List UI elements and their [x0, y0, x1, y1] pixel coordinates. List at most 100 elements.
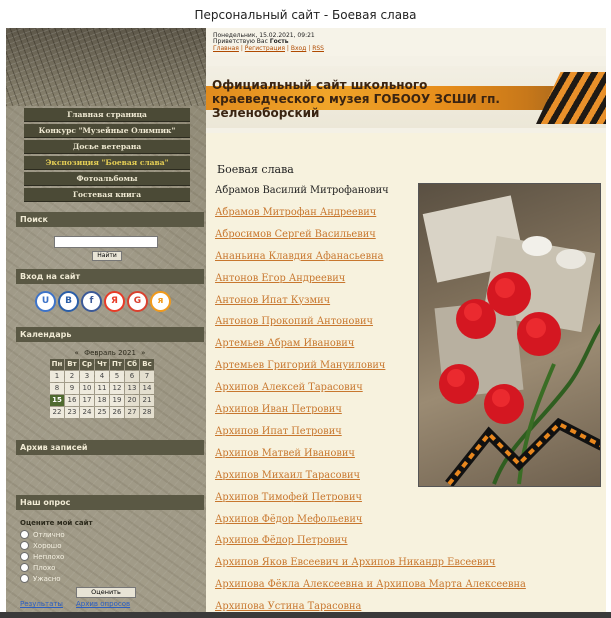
poll-option[interactable]: Отлично	[20, 530, 65, 540]
window-title: Персональный сайт - Боевая слава	[0, 0, 611, 28]
calendar-month: Февраль 2021	[84, 349, 136, 357]
person-link[interactable]: Артемьев Григорий Мануилович	[215, 360, 385, 371]
poll-option[interactable]: Плохо	[20, 563, 55, 573]
vote-button[interactable]: Оценить	[76, 587, 136, 598]
calendar-day[interactable]: 13	[125, 383, 139, 394]
calendar-day[interactable]: 11	[95, 383, 109, 394]
person-link[interactable]: Архипов Матвей Иванович	[215, 448, 355, 459]
menu-item-photo-albums[interactable]: Фотоальбомы	[24, 172, 190, 186]
calendar-day[interactable]: 15	[50, 395, 64, 406]
calendar-prev-button[interactable]: «	[75, 349, 79, 357]
person-link[interactable]: Ананьина Клавдия Афанасьевна	[215, 251, 384, 262]
person-link[interactable]: Антонов Прокопий Антонович	[215, 316, 373, 327]
calendar-day[interactable]: 1	[50, 371, 64, 382]
odnoklassniki-login-icon[interactable]: я	[150, 291, 171, 312]
radio-button[interactable]	[20, 574, 29, 583]
calendar-weekday: Вс	[140, 359, 154, 370]
person-link[interactable]: Антонов Ипат Кузмич	[215, 295, 330, 306]
menu-item-guestbook[interactable]: Гостевая книга	[24, 188, 190, 202]
calendar-day[interactable]: 4	[95, 371, 109, 382]
person-link[interactable]: Абросимов Сергей Васильевич	[215, 229, 376, 240]
menu-item-contest[interactable]: Конкурс "Музейные Олимпик"	[24, 124, 190, 138]
calendar-day[interactable]: 8	[50, 383, 64, 394]
calendar-day[interactable]: 3	[80, 371, 94, 382]
poll-archive-link[interactable]: Архив опросов	[76, 600, 130, 608]
radio-button[interactable]	[20, 552, 29, 561]
person-link[interactable]: Архипов Тимофей Петрович	[215, 492, 362, 503]
calendar-day[interactable]: 28	[140, 407, 154, 418]
poll-option-label: Плохо	[33, 564, 56, 572]
calendar-day[interactable]: 12	[110, 383, 124, 394]
calendar-grid: Пн Вт Ср Чт Пт Сб Вс 1 2 3 4 5 6 7 8 9 10 11 12 13 14 15 16 17 1…	[49, 358, 155, 419]
radio-button[interactable]	[20, 541, 29, 550]
calendar-day[interactable]: 26	[110, 407, 124, 418]
person-link[interactable]: Архипова Фёкла Алексеевна и Архипова Мар…	[215, 579, 526, 590]
calendar-day[interactable]: 18	[95, 395, 109, 406]
calendar-weekday: Сб	[125, 359, 139, 370]
sidebar-decoration	[6, 28, 206, 106]
search-input[interactable]	[54, 236, 158, 248]
search-button[interactable]: Найти	[92, 251, 122, 261]
yandex-login-icon[interactable]: Я	[104, 291, 125, 312]
carnations-ribbon-photo	[418, 183, 601, 487]
calendar-day[interactable]: 20	[125, 395, 139, 406]
site-header: Понедельник, 15.02.2021, 09:21 Приветств…	[206, 28, 606, 133]
person-link[interactable]: Антонов Егор Андреевич	[215, 273, 345, 284]
person-link[interactable]: Архипов Фёдор Мефольевич	[215, 514, 362, 525]
calendar-day[interactable]: 5	[110, 371, 124, 382]
poll-results-link[interactable]: Результаты	[20, 600, 63, 608]
calendar-block-title: Календарь	[16, 327, 204, 342]
home-link[interactable]: Главная	[213, 45, 239, 52]
google-login-icon[interactable]: G	[127, 291, 148, 312]
calendar-day[interactable]: 19	[110, 395, 124, 406]
menu-item-exposition[interactable]: Экспозиция "Боевая слава"	[24, 156, 190, 170]
website: Главная страница Конкурс "Музейные Олимп…	[6, 28, 606, 612]
menu-item-home[interactable]: Главная страница	[24, 108, 190, 122]
search-block-title: Поиск	[16, 212, 204, 227]
calendar-day[interactable]: 14	[140, 383, 154, 394]
poll-option[interactable]: Неплохо	[20, 552, 64, 562]
poll-option[interactable]: Хорошо	[20, 541, 62, 551]
calendar-day[interactable]: 10	[80, 383, 94, 394]
ucoz-login-icon[interactable]: U	[35, 291, 56, 312]
poll-block-title: Наш опрос	[16, 495, 204, 510]
calendar-day[interactable]: 16	[65, 395, 79, 406]
facebook-login-icon[interactable]: f	[81, 291, 102, 312]
login-link[interactable]: Вход	[291, 45, 307, 52]
calendar-day[interactable]: 25	[95, 407, 109, 418]
radio-button[interactable]	[20, 563, 29, 572]
menu-item-veteran-dossier[interactable]: Досье ветерана	[24, 140, 190, 154]
person-link[interactable]: Архипов Алексей Тарасович	[215, 382, 363, 393]
calendar-day[interactable]: 21	[140, 395, 154, 406]
person-link[interactable]: Архипов Ипат Петрович	[215, 426, 342, 437]
calendar-day[interactable]: 2	[65, 371, 79, 382]
calendar-day[interactable]: 7	[140, 371, 154, 382]
calendar-day[interactable]: 23	[65, 407, 79, 418]
user-info-strip: Понедельник, 15.02.2021, 09:21 Приветств…	[206, 28, 606, 56]
rss-link[interactable]: RSS	[312, 45, 324, 52]
calendar-day[interactable]: 22	[50, 407, 64, 418]
calendar-next-button[interactable]: »	[141, 349, 145, 357]
person-link[interactable]: Архипов Михаил Тарасович	[215, 470, 360, 481]
person-link[interactable]: Архипов Яков Евсеевич и Архипов Никандр …	[215, 557, 495, 568]
calendar-weekday: Пн	[50, 359, 64, 370]
calendar-day[interactable]: 6	[125, 371, 139, 382]
sidebar: Главная страница Конкурс "Музейные Олимп…	[6, 28, 206, 612]
archive-block-title: Архив записей	[16, 440, 204, 455]
calendar-day[interactable]: 9	[65, 383, 79, 394]
carnations-image	[422, 195, 600, 486]
person-link[interactable]: Архипова Устина Тарасовна	[215, 601, 361, 612]
calendar-day[interactable]: 24	[80, 407, 94, 418]
calendar-day[interactable]: 17	[80, 395, 94, 406]
site-title: Официальный сайт школьного краеведческог…	[212, 78, 500, 120]
person-link[interactable]: Артемьев Абрам Иванович	[215, 338, 354, 349]
person-link[interactable]: Архипов Фёдор Петрович	[215, 535, 348, 546]
person-link[interactable]: Архипов Иван Петрович	[215, 404, 342, 415]
main-content: Боевая слава Абрамов Василий Митрофанови…	[206, 133, 606, 612]
calendar-day[interactable]: 27	[125, 407, 139, 418]
person-link[interactable]: Абрамов Митрофан Андреевич	[215, 207, 376, 218]
radio-button[interactable]	[20, 530, 29, 539]
register-link[interactable]: Регистрация	[245, 45, 285, 52]
poll-option[interactable]: Ужасно	[20, 574, 61, 584]
vk-login-icon[interactable]: B	[58, 291, 79, 312]
